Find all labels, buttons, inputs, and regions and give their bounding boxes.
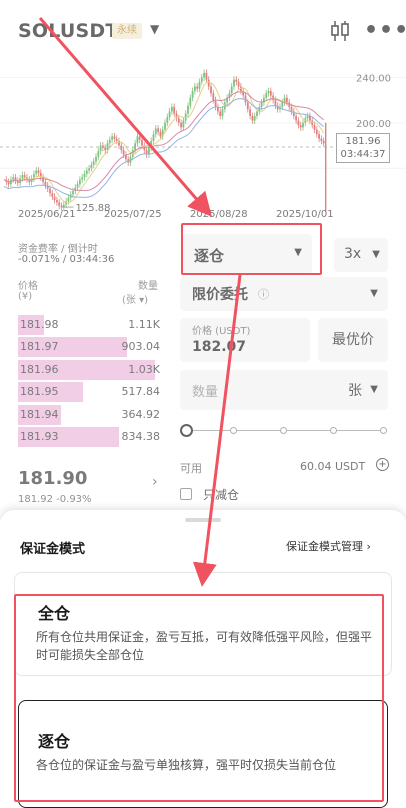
sheet-title: 保证金模式 [20, 542, 86, 557]
trading-screen: SOLUSDT 永续 ▼ ••• 240.00 200.00 125.88 181.… [0, 0, 406, 808]
annotation-highlight-box [181, 223, 322, 275]
margin-mode-manage-link[interactable]: 保证金模式管理 › [286, 538, 371, 554]
sheet-grabber[interactable] [185, 518, 221, 522]
annotation-highlight-box [14, 594, 384, 802]
